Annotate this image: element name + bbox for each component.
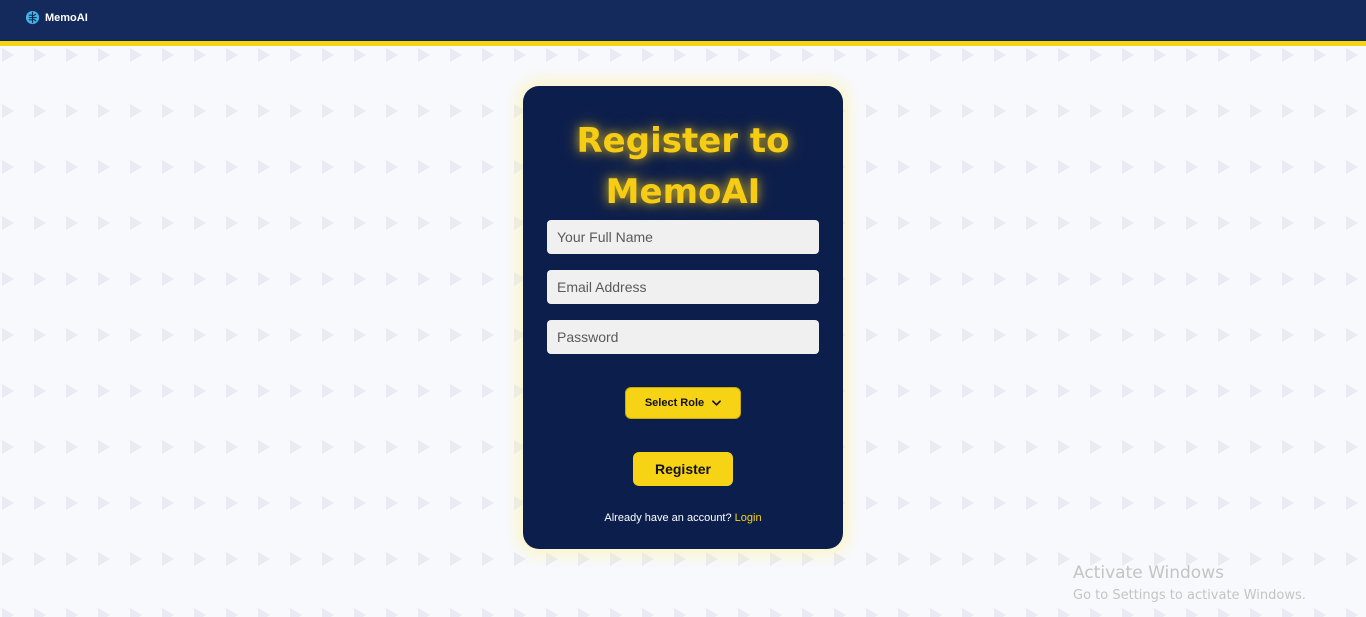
email-input[interactable] xyxy=(547,270,819,304)
role-select-value: Select Role xyxy=(644,397,705,409)
watermark-title: Activate Windows xyxy=(1073,563,1224,583)
register-button[interactable]: Register xyxy=(633,452,733,486)
navbar: MemoAI xyxy=(0,0,1366,46)
full-name-input[interactable] xyxy=(547,220,819,254)
password-input[interactable] xyxy=(547,320,819,354)
chevron-down-icon xyxy=(712,400,722,406)
brand-name: MemoAI xyxy=(45,11,88,24)
login-prompt-line: Already have an account? Login xyxy=(523,512,843,524)
login-prompt-text: Already have an account? xyxy=(604,512,732,524)
brand-logo[interactable]: MemoAI xyxy=(25,10,88,25)
register-card: Register to MemoAI Select Role Register … xyxy=(523,86,843,549)
watermark-subtitle: Go to Settings to activate Windows. xyxy=(1073,588,1306,603)
windows-activation-watermark: Activate Windows Go to Settings to activ… xyxy=(1073,563,1306,606)
brain-icon xyxy=(25,10,40,25)
login-link[interactable]: Login xyxy=(735,512,762,524)
role-select[interactable]: Select Role xyxy=(625,387,741,419)
page-title: Register to MemoAI xyxy=(576,121,790,212)
